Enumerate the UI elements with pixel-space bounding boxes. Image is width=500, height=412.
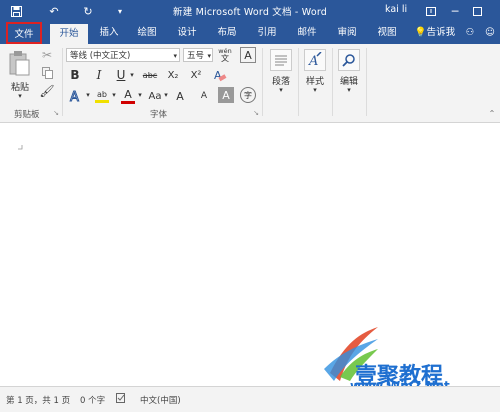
font-group-label: 字体: [150, 110, 168, 120]
paragraph-dropdown-icon[interactable]: ▾: [277, 86, 285, 94]
font-launcher-icon[interactable]: ↘: [252, 109, 260, 117]
divider: [298, 48, 299, 116]
tab-insert[interactable]: 插入: [92, 22, 126, 44]
cursor-mark-icon: [18, 145, 23, 150]
paste-icon[interactable]: [6, 48, 32, 78]
paste-dropdown-icon[interactable]: ▾: [14, 92, 26, 100]
font-size-combo[interactable]: 五号 ▾: [183, 48, 213, 62]
chevron-down-icon: ▾: [173, 52, 177, 60]
editing-button[interactable]: 编辑: [336, 74, 362, 87]
grow-font-icon[interactable]: A: [172, 88, 188, 104]
enclose-characters-icon[interactable]: 字: [240, 87, 256, 103]
superscript-icon[interactable]: X²: [188, 68, 204, 82]
chevron-down-icon: ▾: [207, 52, 211, 60]
paragraph-button[interactable]: 段落: [268, 74, 294, 87]
divider: [332, 48, 333, 116]
underline-icon[interactable]: U: [114, 68, 128, 82]
format-painter-icon[interactable]: 🖌: [39, 84, 54, 98]
shrink-font-icon[interactable]: A: [196, 88, 212, 104]
svg-text:A: A: [70, 90, 79, 103]
document-canvas[interactable]: 壹聚教程 www.Win7.Net: [0, 123, 500, 393]
word-count[interactable]: 0 个字: [80, 394, 105, 406]
tab-draw[interactable]: 绘图: [130, 22, 164, 44]
minimize-icon[interactable]: ─: [446, 2, 464, 20]
collapse-ribbon-icon[interactable]: ⌃: [487, 108, 497, 118]
font-name-combo[interactable]: 等线 (中文正文) ▾: [66, 48, 180, 62]
search-icon[interactable]: [338, 49, 360, 71]
divider: [62, 48, 63, 116]
styles-icon[interactable]: A: [304, 49, 326, 71]
maximize-icon[interactable]: [468, 2, 486, 20]
clear-formatting-icon[interactable]: wén 文: [216, 47, 234, 63]
tab-file[interactable]: 文件: [6, 22, 42, 44]
tab-layout[interactable]: 布局: [210, 22, 244, 44]
user-name[interactable]: kai li: [385, 4, 407, 15]
proofing-icon[interactable]: [116, 393, 126, 403]
tab-home[interactable]: 开始: [50, 24, 88, 44]
bold-icon[interactable]: B: [68, 68, 82, 82]
editing-dropdown-icon[interactable]: ▾: [345, 86, 353, 94]
highlight-dropdown-icon[interactable]: ▾: [110, 91, 118, 99]
styles-dropdown-icon[interactable]: ▾: [311, 86, 319, 94]
text-effects-dropdown-icon[interactable]: ▾: [84, 91, 92, 99]
tab-review[interactable]: 审阅: [330, 22, 364, 44]
italic-icon[interactable]: I: [92, 68, 106, 82]
tab-view[interactable]: 视图: [370, 22, 404, 44]
ribbon-home: 粘贴 ▾ ✂ 🖌 剪贴板 ↘ 等线 (中文正文) ▾ 五号 ▾ wén 文 A B…: [0, 44, 500, 123]
underline-dropdown-icon[interactable]: ▾: [128, 71, 136, 79]
tab-mailings[interactable]: 邮件: [290, 22, 324, 44]
font-color-dropdown-icon[interactable]: ▾: [136, 91, 144, 99]
subscript-icon[interactable]: X₂: [165, 68, 181, 82]
character-border-icon[interactable]: A: [240, 47, 256, 63]
tab-references[interactable]: 引用: [250, 22, 284, 44]
svg-text:A: A: [308, 54, 318, 68]
title-bar: ↶ ↻ ▾ 新建 Microsoft Word 文档 - Word kai li…: [0, 0, 500, 22]
divider: [262, 48, 263, 116]
highlight-icon[interactable]: ab: [94, 87, 110, 105]
divider: [366, 48, 367, 116]
status-bar: 第 1 页，共 1 页 0 个字 中文(中国): [0, 386, 500, 412]
text-effects-clear-icon[interactable]: A: [212, 67, 228, 83]
strikethrough-icon[interactable]: abc: [142, 68, 158, 82]
styles-button[interactable]: 样式: [302, 74, 328, 87]
cut-icon[interactable]: ✂: [40, 48, 54, 62]
lightbulb-icon: 💡: [414, 27, 427, 38]
feedback-icon[interactable]: ☺: [482, 22, 498, 44]
paste-button[interactable]: 粘贴: [8, 80, 32, 93]
paragraph-icon[interactable]: [270, 49, 292, 71]
clipboard-launcher-icon[interactable]: ↘: [52, 109, 60, 117]
tab-design[interactable]: 设计: [170, 22, 204, 44]
language-indicator[interactable]: 中文(中国): [140, 394, 181, 406]
copy-icon[interactable]: [40, 66, 54, 80]
share-icon[interactable]: ⚇: [462, 22, 478, 44]
clipboard-group-label: 剪贴板: [14, 110, 40, 120]
character-shading-icon[interactable]: A: [218, 87, 234, 103]
page-count[interactable]: 第 1 页，共 1 页: [6, 394, 70, 406]
tell-me-box[interactable]: 💡告诉我: [410, 22, 460, 44]
ribbon-tab-bar: 文件 开始 插入 绘图 设计 布局 引用 邮件 审阅 视图 💡告诉我 ⚇ ☺: [0, 22, 500, 44]
text-effects-icon[interactable]: A: [68, 88, 84, 104]
ribbon-display-options-icon[interactable]: [422, 2, 440, 20]
font-color-icon[interactable]: A: [120, 87, 136, 105]
change-case-dropdown-icon[interactable]: ▾: [162, 91, 170, 99]
